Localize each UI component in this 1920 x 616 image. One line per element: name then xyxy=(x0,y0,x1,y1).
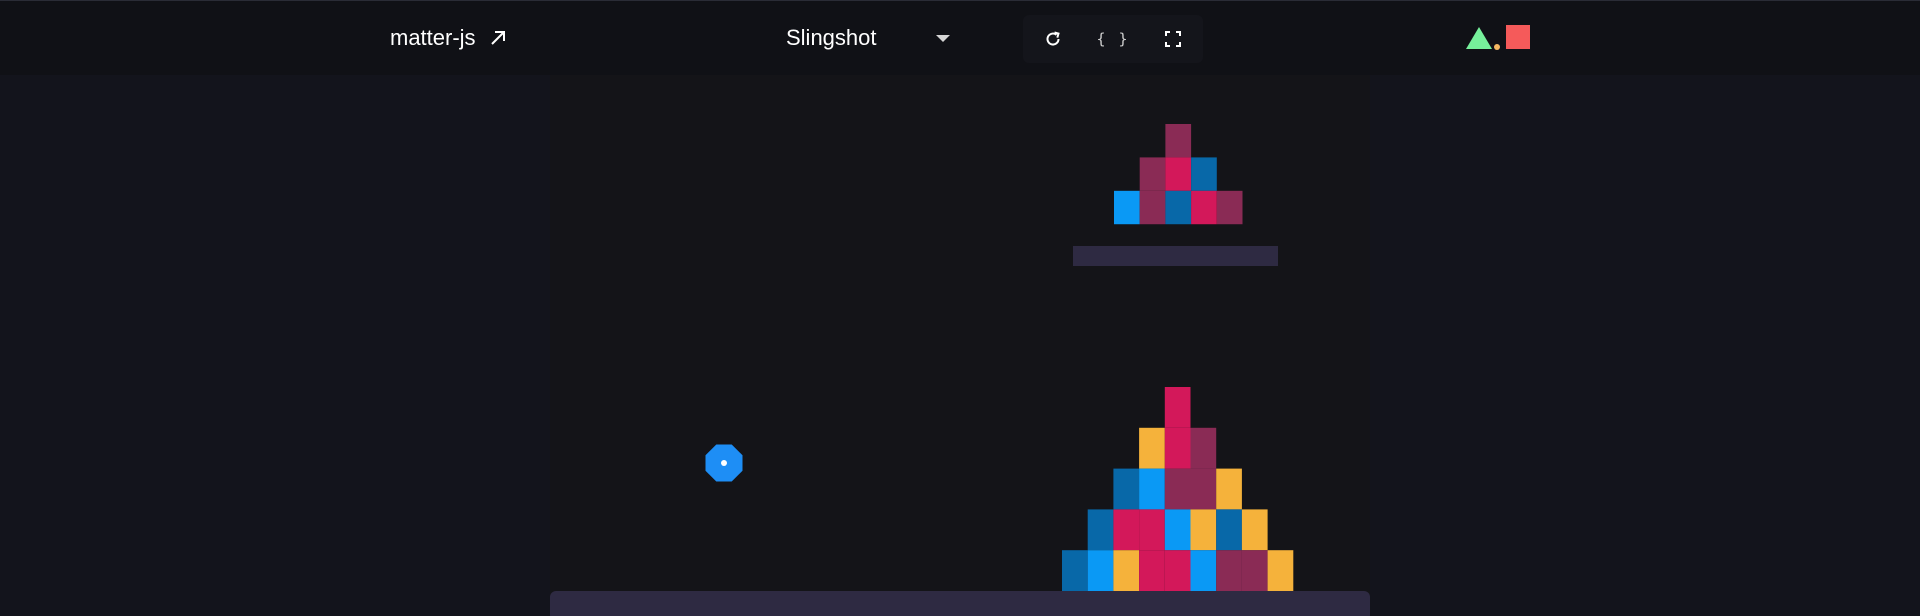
braces-icon: { } xyxy=(1096,30,1130,48)
block[interactable] xyxy=(1164,550,1191,591)
block[interactable] xyxy=(1216,190,1243,225)
block[interactable] xyxy=(1190,550,1217,591)
reset-button[interactable] xyxy=(1035,21,1071,57)
slingshot-anchor xyxy=(721,460,727,466)
top-bar: matter-js Slingshot { } xyxy=(0,0,1920,75)
block[interactable] xyxy=(1165,190,1192,225)
chevron-down-icon xyxy=(936,34,950,42)
block[interactable] xyxy=(1139,468,1165,510)
upper-platform[interactable] xyxy=(1073,246,1278,266)
ground[interactable] xyxy=(550,591,1370,616)
block[interactable] xyxy=(1190,509,1217,551)
block[interactable] xyxy=(1267,550,1294,591)
block[interactable] xyxy=(1113,550,1140,591)
block[interactable] xyxy=(1113,509,1140,551)
block[interactable] xyxy=(1139,550,1165,591)
block[interactable] xyxy=(1241,550,1268,591)
brand-label: matter-js xyxy=(390,25,476,50)
external-link-arrow-icon xyxy=(490,31,505,45)
block[interactable] xyxy=(1139,190,1166,225)
block[interactable] xyxy=(1139,157,1166,191)
block[interactable] xyxy=(1190,468,1217,510)
block[interactable] xyxy=(1190,427,1217,469)
simulation-canvas[interactable] xyxy=(550,75,1370,616)
block[interactable] xyxy=(1139,427,1165,469)
block[interactable] xyxy=(1164,468,1191,510)
block[interactable] xyxy=(1087,550,1114,591)
block[interactable] xyxy=(1191,190,1217,225)
block[interactable] xyxy=(1216,468,1242,510)
block[interactable] xyxy=(1113,468,1140,510)
block[interactable] xyxy=(1165,157,1192,191)
logo-dot xyxy=(1494,44,1500,50)
block[interactable] xyxy=(1087,509,1114,551)
brand-link[interactable]: matter-js xyxy=(390,25,508,51)
block[interactable] xyxy=(1191,157,1217,191)
fullscreen-icon xyxy=(1165,31,1181,47)
demo-select[interactable]: Slingshot xyxy=(786,23,954,53)
scene-svg xyxy=(550,124,1370,616)
fullscreen-button[interactable] xyxy=(1155,21,1191,57)
matter-logo xyxy=(1466,25,1530,50)
toolbar: { } xyxy=(1023,15,1203,63)
block[interactable] xyxy=(1165,124,1192,158)
block[interactable] xyxy=(1164,387,1191,428)
block[interactable] xyxy=(1114,190,1140,225)
block[interactable] xyxy=(1241,509,1268,551)
block[interactable] xyxy=(1216,550,1242,591)
source-code-button[interactable]: { } xyxy=(1095,21,1131,57)
logo-triangle xyxy=(1466,27,1492,49)
block[interactable] xyxy=(1216,509,1242,551)
logo-square xyxy=(1506,25,1530,49)
block[interactable] xyxy=(1164,509,1191,551)
demo-select-value: Slingshot xyxy=(786,25,877,50)
block[interactable] xyxy=(1062,550,1088,591)
reset-icon xyxy=(1046,31,1060,46)
block[interactable] xyxy=(1139,509,1165,551)
block[interactable] xyxy=(1164,427,1191,469)
